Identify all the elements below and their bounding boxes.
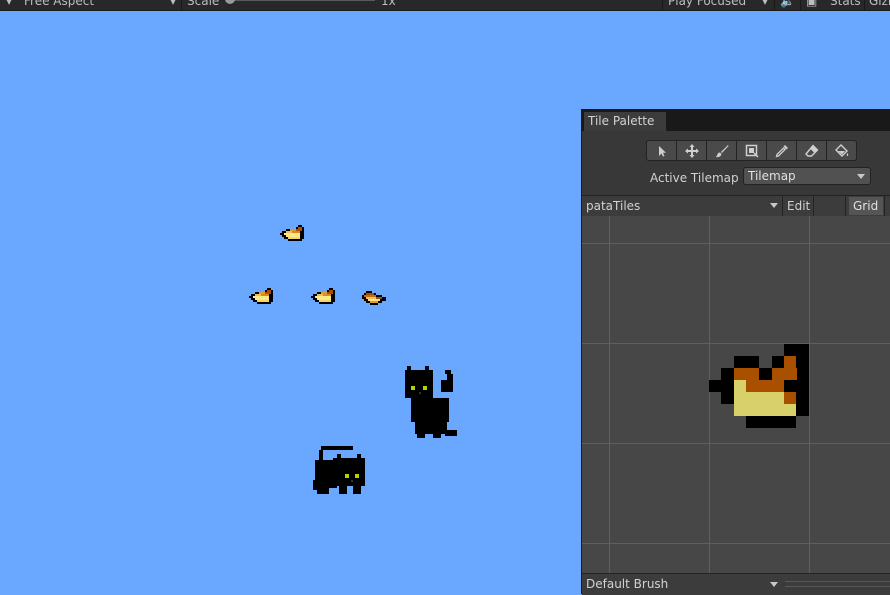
- palette-dropdown[interactable]: pataTiles: [586, 196, 640, 216]
- tile-palette-toolbar: [646, 140, 857, 162]
- brush-selector-row: Default Brush: [582, 573, 890, 595]
- aspect-dropdown-caret-icon: ▾: [170, 0, 177, 8]
- tab-tile-palette[interactable]: Tile Palette: [584, 112, 666, 131]
- stats-button[interactable]: Stats: [830, 0, 861, 10]
- black-cat-crouching: [313, 446, 365, 496]
- play-mode-caret-icon: ▾: [762, 0, 769, 8]
- play-mode-dropdown[interactable]: Play Focused: [668, 0, 746, 10]
- fish-tile-sprite: [311, 288, 337, 310]
- brush-dropdown[interactable]: Default Brush: [586, 574, 668, 595]
- game-view-toolbar: ▾ Free Aspect ▾ Scale 1x Play Focused ▾ …: [0, 0, 890, 11]
- flood-fill-icon: [834, 143, 848, 157]
- move-tool-icon: [684, 143, 699, 158]
- tile-palette-window: Tile Palette Active Tilemap Tilemap pata…: [581, 109, 890, 595]
- eraser-icon: [804, 143, 818, 157]
- select-tool-icon: [658, 145, 666, 156]
- stats-icon[interactable]: ▣: [806, 0, 817, 10]
- aspect-dropdown[interactable]: Free Aspect: [24, 0, 94, 10]
- scale-slider-handle[interactable]: [225, 0, 235, 4]
- fish-tile-sprite: [362, 289, 388, 311]
- mute-audio-icon[interactable]: 🔈: [780, 0, 795, 10]
- palette-grid-canvas[interactable]: [582, 216, 890, 573]
- chevron-down-icon: [857, 174, 865, 179]
- fish-palette-tile[interactable]: [709, 344, 809, 444]
- scale-value: 1x: [381, 0, 396, 8]
- paint-brush-icon: [715, 144, 728, 157]
- box-fill-button[interactable]: [736, 140, 767, 161]
- fish-tile-sprite: [280, 225, 306, 247]
- active-tilemap-dropdown[interactable]: Tilemap: [743, 167, 871, 185]
- edit-palette-button[interactable]: Edit: [787, 196, 810, 216]
- flood-fill-button[interactable]: [826, 140, 857, 161]
- gizmos-button[interactable]: Gizmos: [869, 0, 890, 10]
- picker-icon: [775, 144, 788, 157]
- fish-tile-sprite: [249, 288, 275, 310]
- chevron-down-icon: [770, 203, 778, 208]
- brush-settings-field[interactable]: [785, 581, 890, 587]
- tile-palette-tabbar: Tile Palette: [582, 110, 890, 131]
- eraser-button[interactable]: [796, 140, 827, 161]
- scale-label: Scale: [187, 0, 220, 8]
- picker-button[interactable]: [766, 140, 797, 161]
- black-cat-standing: [405, 366, 457, 438]
- grid-toggle-button[interactable]: Grid: [849, 197, 883, 215]
- active-tilemap-label: Active Tilemap: [650, 171, 739, 185]
- active-tilemap-value: Tilemap: [748, 169, 796, 183]
- box-fill-icon: [745, 144, 759, 158]
- chevron-down-icon: [770, 582, 778, 587]
- move-tool-button[interactable]: [676, 140, 707, 161]
- palette-selector-row: pataTiles Edit Grid: [582, 195, 890, 217]
- toolbar-caret-icon[interactable]: ▾: [6, 0, 12, 10]
- scale-slider[interactable]: [230, 0, 375, 1]
- paint-brush-button[interactable]: [706, 140, 737, 161]
- select-tool-button[interactable]: [646, 140, 677, 161]
